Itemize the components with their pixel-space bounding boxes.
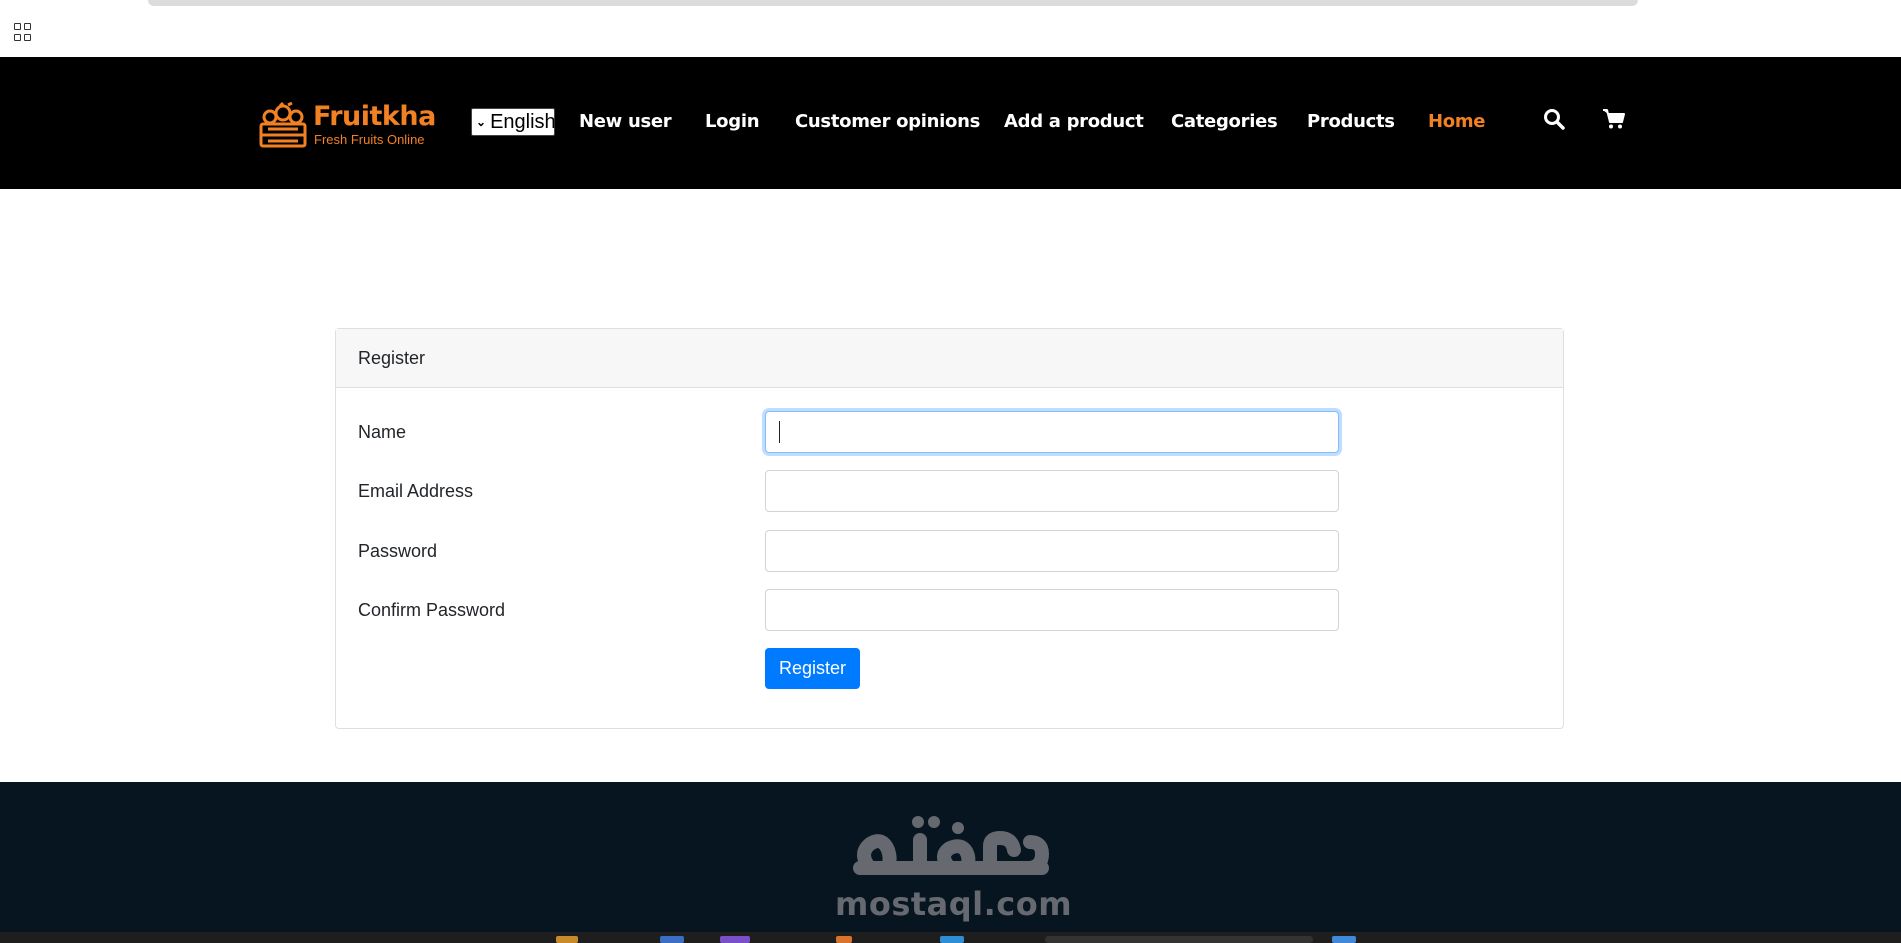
cart-icon[interactable]	[1602, 107, 1626, 131]
language-select[interactable]: ⌄ English	[471, 108, 556, 136]
mostaql-watermark-text: mostaql.com	[835, 885, 1073, 923]
nav-new-user[interactable]: New user	[579, 110, 672, 134]
os-taskbar	[0, 932, 1901, 943]
browser-top-strip	[0, 0, 1901, 57]
form-row-confirm-password: Confirm Password	[358, 589, 1358, 631]
password-input[interactable]	[765, 530, 1339, 572]
form-row-name: Name	[358, 411, 1358, 453]
card-title: Register	[358, 347, 426, 368]
search-icon[interactable]	[1542, 107, 1566, 131]
email-label: Email Address	[358, 481, 474, 501]
password-label: Password	[358, 541, 438, 561]
chevron-down-icon: ⌄	[476, 115, 487, 129]
nav-login[interactable]: Login	[705, 110, 760, 134]
nav-customer-opinions[interactable]: Customer opinions	[795, 110, 980, 134]
mostaql-logo-watermark	[853, 816, 1049, 875]
brand-logo[interactable]: Fruitkha Fresh Fruits Online	[258, 101, 438, 149]
fruit-crate-icon	[259, 102, 307, 148]
name-label: Name	[358, 422, 407, 442]
email-input[interactable]	[765, 470, 1339, 512]
form-row-email: Email Address	[358, 470, 1358, 512]
card-header: Register	[336, 329, 1563, 388]
language-selected: English	[490, 110, 556, 133]
name-input[interactable]	[765, 411, 1339, 453]
nav-add-product[interactable]: Add a product	[1004, 110, 1144, 134]
brand-tagline: Fresh Fruits Online	[314, 132, 425, 147]
nav-categories[interactable]: Categories	[1171, 110, 1278, 134]
text-caret	[779, 421, 780, 443]
brand-name: Fruitkha	[313, 101, 436, 132]
register-card: Register Name Email Address Password Con…	[335, 328, 1564, 729]
nav-products[interactable]: Products	[1307, 110, 1395, 134]
confirm-password-input[interactable]	[765, 589, 1339, 631]
register-button[interactable]: Register	[765, 648, 860, 689]
address-bar-remnant	[148, 0, 1638, 6]
confirm-password-label: Confirm Password	[358, 600, 506, 620]
apps-grid-icon[interactable]	[14, 23, 32, 41]
nav-home[interactable]: Home	[1428, 110, 1486, 134]
main-navbar: Fruitkha Fresh Fruits Online ⌄ English N…	[0, 57, 1901, 189]
form-row-password: Password	[358, 530, 1358, 572]
